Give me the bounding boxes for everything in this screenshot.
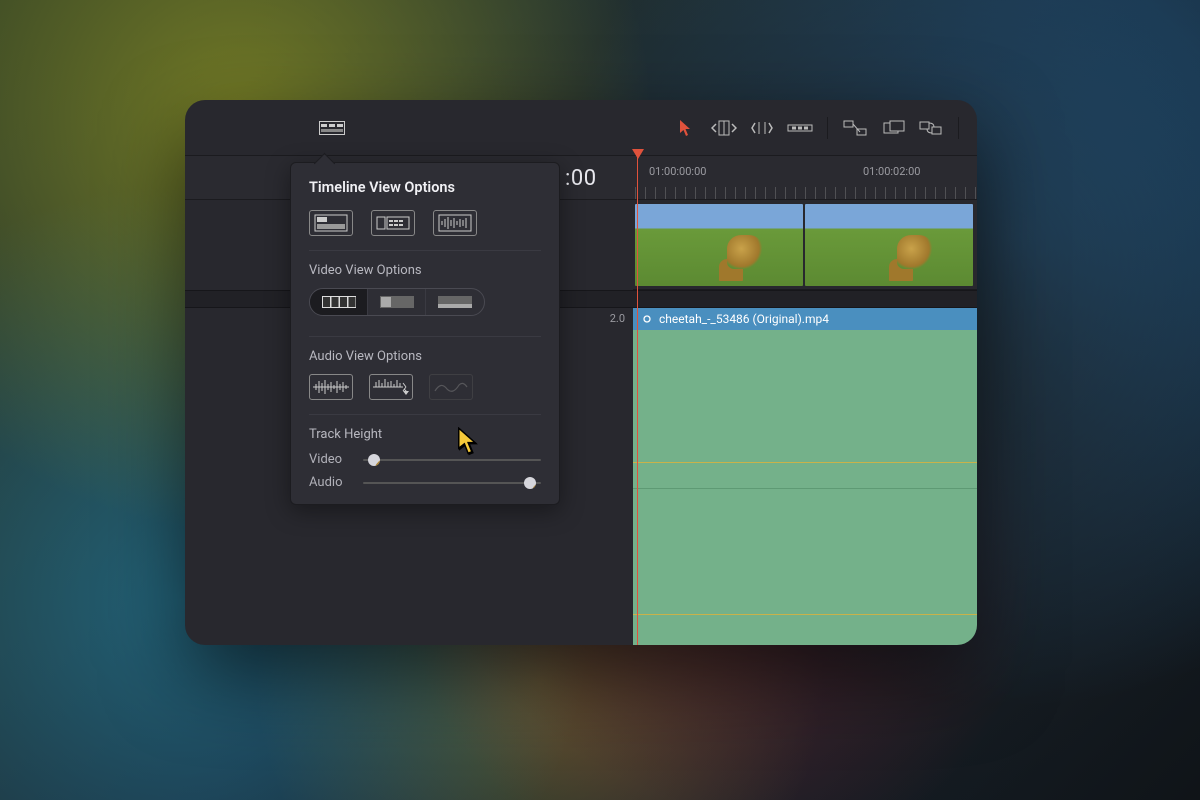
audio-view-options-label: Audio View Options — [309, 349, 541, 364]
clip-thumbnails — [635, 204, 977, 284]
toolbar-divider — [958, 117, 959, 139]
link-tool-icon[interactable] — [840, 116, 870, 140]
pointer-tool-icon[interactable] — [671, 116, 701, 140]
trim-tool-icon[interactable] — [709, 116, 739, 140]
divider — [309, 336, 541, 337]
playhead[interactable] — [637, 156, 638, 645]
audio-waveform-view-icon[interactable] — [433, 210, 477, 236]
audio-slider-label: Audio — [309, 475, 351, 490]
divider — [309, 250, 541, 251]
timeline-view-options-popup: Timeline View Options Video View Options — [290, 162, 560, 505]
blade-tool-icon[interactable] — [747, 116, 777, 140]
clip-name: cheetah_-_53486 (Original).mp4 — [659, 312, 829, 326]
audio-track[interactable] — [633, 330, 977, 645]
link-icon — [641, 313, 653, 325]
insert-tool-icon[interactable] — [785, 116, 815, 140]
ruler-timecode: 01:00:02:00 — [863, 165, 920, 178]
stacked-timeline-icon[interactable] — [309, 210, 353, 236]
track-height-label: Track Height — [309, 427, 541, 442]
editor-window: 01:00:00:00 01:00:02:00 :00 2.0 cheetah_… — [185, 100, 977, 645]
toolbar-divider — [827, 117, 828, 139]
swap-tool-icon[interactable] — [916, 116, 946, 140]
video-height-slider[interactable] — [363, 459, 541, 461]
ruler-timecode: 01:00:00:00 — [649, 165, 706, 178]
audio-clip-header[interactable]: cheetah_-_53486 (Original).mp4 — [633, 308, 977, 330]
video-view-segmented — [309, 288, 485, 316]
audio-height-slider[interactable] — [363, 482, 541, 484]
popup-title: Timeline View Options — [309, 179, 541, 196]
position-tool-icon[interactable] — [878, 116, 908, 140]
scale-value: 2.0 — [565, 308, 633, 330]
video-view-options-label: Video View Options — [309, 263, 541, 278]
clip-thumb — [805, 204, 973, 286]
video-view-filmstrip[interactable] — [310, 289, 368, 315]
divider — [309, 414, 541, 415]
subtitle-track-icon[interactable] — [371, 210, 415, 236]
audio-waveform-rectified-icon[interactable] — [369, 374, 413, 400]
video-view-thumbnail[interactable] — [368, 289, 426, 315]
audio-waveform-none-icon[interactable] — [429, 374, 473, 400]
video-slider-label: Video — [309, 452, 351, 467]
video-track[interactable] — [633, 200, 977, 290]
timeline-view-options-button[interactable] — [317, 116, 347, 140]
clip-thumb — [635, 204, 803, 286]
audio-waveform-full-icon[interactable] — [309, 374, 353, 400]
timeline-toolbar — [185, 100, 977, 156]
video-view-simple[interactable] — [426, 289, 484, 315]
current-timecode: :00 — [565, 166, 597, 191]
